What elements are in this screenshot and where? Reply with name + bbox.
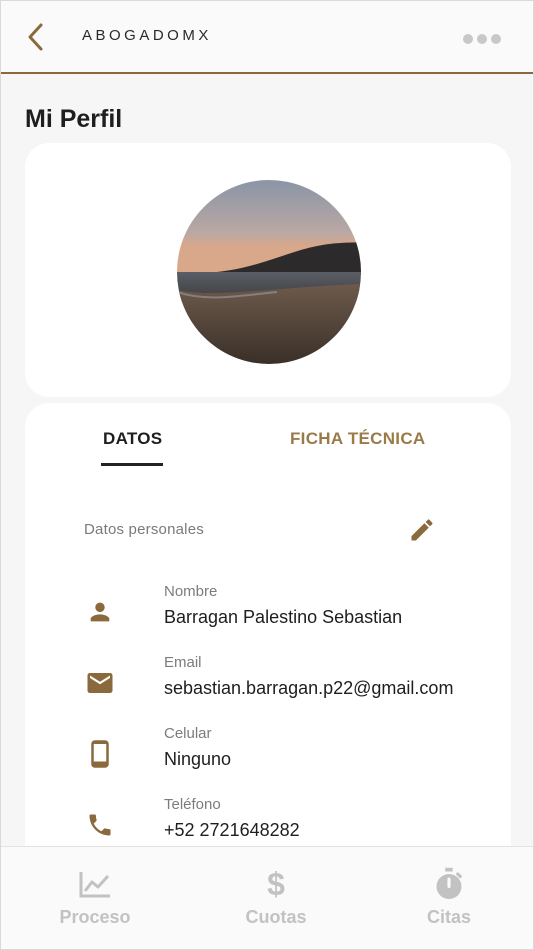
tab-ficha-tecnica[interactable]: FICHA TÉCNICA xyxy=(290,429,425,463)
field-value: Ninguno xyxy=(164,749,232,769)
app-frame: ABOGADOMX Mi Perfil DATOS FICHA TÉCNICA … xyxy=(0,0,534,950)
edit-button[interactable] xyxy=(405,515,439,549)
person-icon xyxy=(85,597,115,627)
nav-label: Cuotas xyxy=(245,907,307,927)
pencil-icon xyxy=(408,516,436,549)
field-value: sebastian.barragan.p22@gmail.com xyxy=(164,678,454,698)
profile-avatar[interactable] xyxy=(177,180,361,364)
nav-cuotas[interactable]: $ Cuotas xyxy=(196,847,356,947)
mail-icon xyxy=(85,668,115,698)
field-label: Celular xyxy=(164,725,212,742)
bottom-navigation: Proceso $ Cuotas Citas xyxy=(1,846,533,949)
more-dot xyxy=(491,34,501,44)
top-bar: ABOGADOMX xyxy=(1,1,533,74)
smartphone-icon xyxy=(85,739,115,769)
field-email: Email sebastian.barragan.p22@gmail.com xyxy=(25,654,511,714)
dollar-icon: $ xyxy=(267,866,285,902)
avatar-card xyxy=(25,143,511,397)
phone-icon xyxy=(85,810,115,840)
field-label: Teléfono xyxy=(164,796,221,813)
trending-up-icon xyxy=(78,867,112,901)
section-label: Datos personales xyxy=(84,521,204,538)
chevron-left-icon xyxy=(26,22,44,57)
stopwatch-icon xyxy=(434,867,464,901)
field-celular: Celular Ninguno xyxy=(25,725,511,785)
field-nombre: Nombre Barragan Palestino Sebastian xyxy=(25,583,511,643)
app-title: ABOGADOMX xyxy=(82,27,212,44)
more-options-button[interactable] xyxy=(463,31,501,47)
field-label: Email xyxy=(164,654,202,671)
field-value: +52 2721648282 xyxy=(164,820,300,840)
profile-info-card: DATOS FICHA TÉCNICA Datos personales Nom… xyxy=(25,403,511,863)
field-value: Barragan Palestino Sebastian xyxy=(164,607,403,627)
more-horizontal-icon xyxy=(463,34,473,44)
page-title: Mi Perfil xyxy=(25,105,123,133)
nav-label: Proceso xyxy=(59,907,131,927)
nav-proceso[interactable]: Proceso xyxy=(15,847,175,947)
more-dot xyxy=(477,34,487,44)
back-button[interactable] xyxy=(19,21,51,57)
field-label: Nombre xyxy=(164,583,218,600)
nav-label: Citas xyxy=(426,907,471,927)
active-tab-indicator xyxy=(101,463,163,466)
beach-photo xyxy=(177,180,361,364)
tab-datos[interactable]: DATOS xyxy=(103,429,162,463)
nav-citas[interactable]: Citas xyxy=(369,847,529,947)
